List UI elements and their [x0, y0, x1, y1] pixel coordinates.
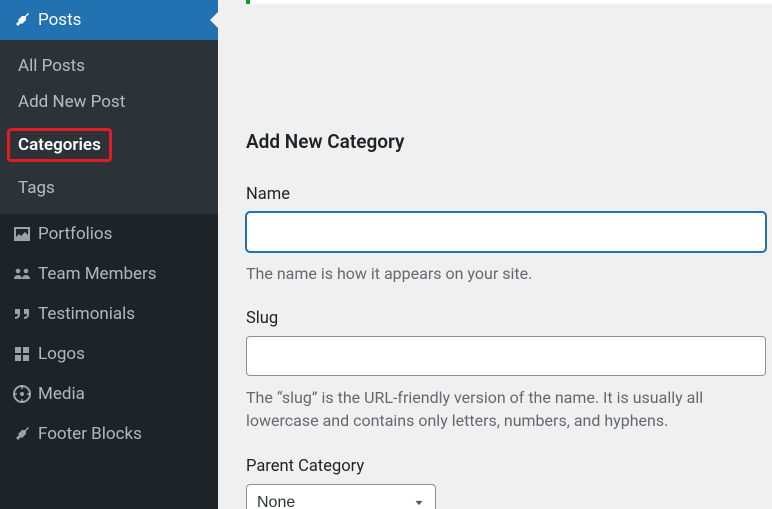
sidebar-item-label: Footer Blocks — [38, 424, 142, 444]
sidebar-item-label: Posts — [38, 10, 81, 30]
slug-label: Slug — [246, 309, 766, 328]
highlight-annotation: Categories — [7, 128, 112, 162]
sidebar-item-logos[interactable]: Logos — [0, 334, 218, 374]
submenu-item-label: Categories — [18, 135, 101, 155]
add-category-form: Add New Category Name The name is how it… — [246, 0, 766, 509]
submenu-item-label: Tags — [18, 178, 55, 198]
sidebar-item-portfolios[interactable]: Portfolios — [0, 214, 218, 254]
sidebar-item-posts[interactable]: Posts — [0, 0, 218, 40]
media-icon — [12, 384, 38, 404]
slug-description: The “slug” is the URL-friendly version o… — [246, 386, 766, 432]
groups-icon — [12, 264, 38, 284]
parent-category-select[interactable]: None — [246, 484, 436, 509]
main-content: Add New Category Name The name is how it… — [218, 0, 772, 509]
submenu-item-add-new-post[interactable]: Add New Post — [0, 84, 218, 120]
form-heading: Add New Category — [246, 130, 766, 153]
pushpin-icon — [12, 424, 38, 444]
posts-submenu: All Posts Add New Post Categories Tags — [0, 40, 218, 214]
admin-notice-bar — [246, 0, 772, 4]
field-parent-category: Parent Category None — [246, 457, 766, 509]
sidebar-item-footer-blocks[interactable]: Footer Blocks — [0, 414, 218, 454]
admin-sidebar: Posts All Posts Add New Post Categories … — [0, 0, 218, 509]
submenu-item-all-posts[interactable]: All Posts — [0, 48, 218, 84]
submenu-item-label: All Posts — [18, 56, 85, 76]
name-input[interactable] — [246, 212, 766, 252]
sidebar-item-team-members[interactable]: Team Members — [0, 254, 218, 294]
sidebar-item-media[interactable]: Media — [0, 374, 218, 414]
name-description: The name is how it appears on your site. — [246, 262, 766, 285]
sidebar-item-testimonials[interactable]: Testimonials — [0, 294, 218, 334]
submenu-item-label: Add New Post — [18, 92, 125, 112]
sidebar-item-label: Testimonials — [38, 304, 135, 324]
grid-icon — [12, 344, 38, 364]
submenu-item-categories[interactable]: Categories — [0, 120, 218, 170]
sidebar-item-label: Team Members — [38, 264, 157, 284]
submenu-item-tags[interactable]: Tags — [0, 170, 218, 206]
slug-input[interactable] — [246, 336, 766, 376]
name-label: Name — [246, 185, 766, 204]
sidebar-item-label: Logos — [38, 344, 85, 364]
sidebar-item-label: Media — [38, 384, 85, 404]
quote-icon — [12, 304, 38, 324]
pushpin-icon — [12, 10, 38, 30]
sidebar-item-label: Portfolios — [38, 224, 112, 244]
field-name: Name The name is how it appears on your … — [246, 185, 766, 285]
image-icon — [12, 224, 38, 244]
field-slug: Slug The “slug” is the URL-friendly vers… — [246, 309, 766, 432]
parent-label: Parent Category — [246, 457, 766, 476]
